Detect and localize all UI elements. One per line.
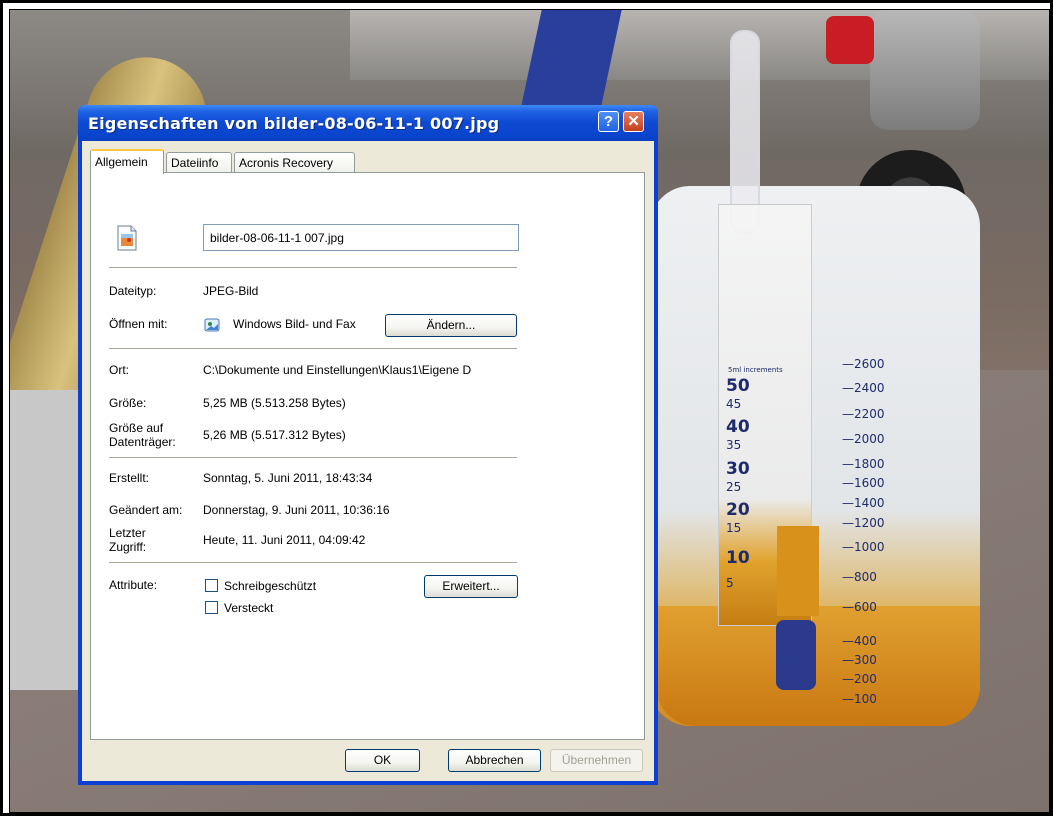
separator (109, 267, 517, 268)
size-label: Größe: (109, 396, 147, 410)
title-bar[interactable]: Eigenschaften von bilder-08-06-11-1 007.… (78, 105, 658, 141)
accessed-label-1: Letzter (109, 526, 146, 540)
size-value: 5,25 MB (5.513.258 Bytes) (203, 396, 346, 410)
attributes-label: Attribute: (109, 578, 158, 592)
photo-scale-large-tick: —1000 (842, 540, 885, 554)
readonly-label[interactable]: Schreibgeschützt (224, 579, 316, 593)
photo-scale-small-tick: 50 (726, 376, 750, 396)
window-title: Eigenschaften von bilder-08-06-11-1 007.… (88, 114, 500, 133)
accessed-value: Heute, 11. Juni 2011, 04:09:42 (203, 533, 366, 547)
location-value: C:\Dokumente und Einstellungen\Klaus1\Ei… (203, 363, 472, 377)
photo-blue-valve (776, 620, 816, 690)
photo-metal-block (870, 10, 980, 130)
photo-scale-small-tick: 35 (726, 438, 742, 452)
location-label: Ort: (109, 363, 129, 377)
photo-scale-small-tick: 30 (726, 459, 750, 479)
ok-button[interactable]: OK (345, 749, 420, 772)
open-with-value: Windows Bild- und Fax (233, 317, 356, 331)
photo-scale-large-tick: —2600 (842, 357, 885, 371)
separator (109, 348, 517, 349)
photo-meter-fluid (777, 526, 819, 616)
created-label: Erstellt: (109, 471, 150, 485)
photo-scale-large-tick: —2200 (842, 407, 885, 421)
photo-scale-small-tick: 10 (726, 548, 750, 568)
separator (109, 457, 517, 458)
photo-scale-small-tick: 25 (726, 480, 742, 494)
tab-allgemein[interactable]: Allgemein (90, 149, 164, 174)
help-button[interactable]: ? (598, 111, 619, 132)
modified-value: Donnerstag, 9. Juni 2011, 10:36:16 (203, 503, 390, 517)
photo-scale-large-tick: —100 (842, 692, 877, 706)
readonly-checkbox[interactable] (205, 579, 218, 592)
general-panel: Dateityp: JPEG-Bild Öffnen mit: Windows … (90, 172, 645, 740)
photo-left-post (10, 390, 80, 690)
photo-scale-large-tick: —400 (842, 634, 877, 648)
photo-scale-large-tick: —300 (842, 653, 877, 667)
photo-red-knob (826, 16, 874, 64)
filename-field[interactable] (203, 224, 519, 251)
modified-label: Geändert am: (109, 503, 183, 517)
size-on-disk-value: 5,26 MB (5.517.312 Bytes) (203, 428, 346, 442)
properties-dialog: Eigenschaften von bilder-08-06-11-1 007.… (78, 105, 658, 785)
dialog-client: Allgemein Dateiinfo Acronis Recovery Dat… (82, 141, 654, 781)
photo-scale-small-tick: 45 (726, 397, 742, 411)
size-on-disk-label-1: Größe auf (109, 421, 164, 435)
created-value: Sonntag, 5. Juni 2011, 18:43:34 (203, 471, 373, 485)
close-button[interactable]: ✕ (623, 111, 644, 132)
photo-scale-large-tick: —200 (842, 672, 877, 686)
accessed-label-2: Zugriff: (109, 540, 147, 554)
photo-scale-large-tick: —2000 (842, 432, 885, 446)
change-button[interactable]: Ändern... (385, 314, 517, 337)
tab-dateiinfo[interactable]: Dateiinfo (166, 152, 232, 173)
photo-scale-caption: 5ml increments (728, 366, 783, 374)
hidden-label[interactable]: Versteckt (224, 601, 273, 615)
tab-acronis-recovery[interactable]: Acronis Recovery (234, 152, 355, 173)
cancel-button[interactable]: Abbrechen (448, 749, 541, 772)
open-with-label: Öffnen mit: (109, 317, 168, 331)
photo-scale-small-tick: 15 (726, 521, 742, 535)
photo-scale-large-tick: —1800 (842, 457, 885, 471)
windows-picture-viewer-icon (204, 318, 220, 332)
photo-scale-large-tick: —2400 (842, 381, 885, 395)
help-icon: ? (603, 113, 614, 130)
apply-button: Übernehmen (550, 749, 643, 772)
photo-scale-large-tick: —1600 (842, 476, 885, 490)
photo-scale-large-tick: —1400 (842, 496, 885, 510)
hidden-checkbox[interactable] (205, 601, 218, 614)
photo-scale-small-tick: 40 (726, 417, 750, 437)
size-on-disk-label-2: Datenträger: (109, 435, 176, 449)
file-type-label: Dateityp: (109, 284, 157, 298)
photo-scale-large-tick: —1200 (842, 516, 885, 530)
photo-scale-small-tick: 20 (726, 500, 750, 520)
advanced-button[interactable]: Erweitert... (424, 575, 518, 598)
jpeg-file-icon (117, 225, 137, 251)
photo-scale-large-tick: —600 (842, 600, 877, 614)
photo-scale-large-tick: —800 (842, 570, 877, 584)
photo-bag-fluid (656, 606, 980, 726)
file-type-value: JPEG-Bild (203, 284, 259, 298)
separator (109, 562, 517, 563)
close-icon: ✕ (627, 113, 640, 130)
photo-scale-small-tick: 5 (726, 576, 734, 590)
